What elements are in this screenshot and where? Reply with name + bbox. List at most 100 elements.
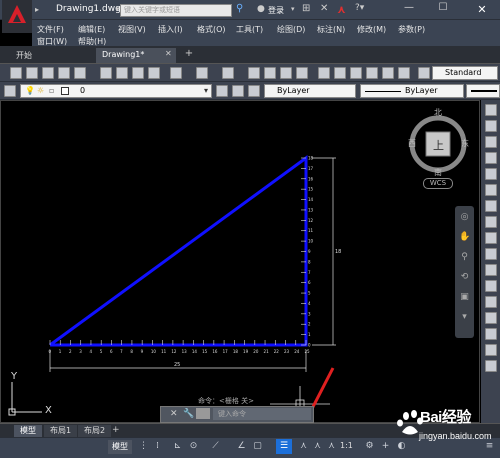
autoscale-icon[interactable]: ⋏ bbox=[312, 441, 323, 452]
exchange-apps-icon[interactable]: ✕ bbox=[320, 3, 328, 14]
zoom-icon[interactable]: ⚲ bbox=[459, 252, 470, 263]
pan-hand-icon[interactable]: ✋ bbox=[459, 232, 470, 243]
annotation-scale-icon[interactable]: ⋏ bbox=[326, 441, 337, 452]
paste-icon[interactable] bbox=[132, 67, 144, 79]
copy-icon[interactable] bbox=[116, 67, 128, 79]
menu-parametric[interactable]: 参数(P) bbox=[398, 24, 425, 35]
copy-object-icon[interactable] bbox=[485, 136, 497, 148]
viewcube-west[interactable]: 西 bbox=[408, 138, 416, 149]
trim-icon[interactable] bbox=[485, 264, 497, 276]
workspace-gear-icon[interactable]: ⚙ bbox=[364, 441, 375, 452]
offset-icon[interactable] bbox=[485, 168, 497, 180]
new-tab-plus-icon[interactable]: + bbox=[182, 48, 196, 61]
menu-dimension[interactable]: 标注(N) bbox=[317, 24, 345, 35]
minimize-button[interactable]: — bbox=[396, 2, 422, 18]
linetype-select[interactable]: ByLayer bbox=[360, 84, 464, 98]
search-input[interactable]: 键入关键字或短语 bbox=[120, 4, 232, 17]
explode-icon[interactable] bbox=[485, 360, 497, 372]
zoom-realtime-icon[interactable] bbox=[264, 67, 276, 79]
quickcalc-icon[interactable] bbox=[398, 67, 410, 79]
layer-previous-icon[interactable] bbox=[232, 85, 244, 97]
a360-icon[interactable]: ⋏ bbox=[337, 3, 346, 16]
quick-access-arrow-icon[interactable]: ▸ bbox=[35, 5, 39, 14]
color-control-icon[interactable] bbox=[248, 85, 260, 97]
tab-layout2[interactable]: 布局2 bbox=[78, 425, 112, 437]
join-icon[interactable] bbox=[485, 312, 497, 324]
modify-line-icon[interactable] bbox=[485, 104, 497, 116]
menu-tools[interactable]: 工具(T) bbox=[236, 24, 263, 35]
layer-properties-icon[interactable] bbox=[4, 85, 16, 97]
osnap-tracking-icon[interactable]: ∠ bbox=[236, 441, 247, 452]
menu-edit[interactable]: 编辑(E) bbox=[78, 24, 105, 35]
object-snap-icon[interactable]: ▢ bbox=[252, 441, 263, 452]
rotate-icon[interactable] bbox=[485, 216, 497, 228]
login-dropdown-icon[interactable]: ▾ bbox=[291, 5, 295, 13]
array-icon[interactable] bbox=[485, 184, 497, 196]
user-icon[interactable]: ● bbox=[257, 4, 265, 14]
viewcube-east[interactable]: 东 bbox=[461, 138, 469, 149]
title-dropdown-icon[interactable]: ▾ bbox=[116, 5, 120, 13]
menu-format[interactable]: 格式(O) bbox=[197, 24, 226, 35]
annotation-visibility-icon[interactable]: ⋏ bbox=[298, 441, 309, 452]
design-center-icon[interactable] bbox=[334, 67, 346, 79]
tab-close-icon[interactable]: ✕ bbox=[165, 49, 172, 58]
grid-icon[interactable]: ⋮ bbox=[138, 441, 149, 452]
break-icon[interactable] bbox=[485, 296, 497, 308]
help-icon[interactable]: ?▾ bbox=[355, 3, 364, 13]
pan-icon[interactable] bbox=[248, 67, 260, 79]
zoom-previous-icon[interactable] bbox=[296, 67, 308, 79]
extend-icon[interactable] bbox=[485, 280, 497, 292]
menu-modify[interactable]: 修改(M) bbox=[357, 24, 386, 35]
chamfer-icon[interactable] bbox=[485, 328, 497, 340]
close-button[interactable]: ✕ bbox=[464, 0, 500, 20]
model-space-button[interactable]: 模型 bbox=[108, 440, 132, 454]
autocad-application-menu-icon[interactable] bbox=[2, 0, 32, 33]
add-layout-icon[interactable]: + bbox=[112, 425, 120, 435]
layer-select[interactable]: 💡 ☼ ▫ ▾ bbox=[20, 84, 212, 98]
steeringwheel-icon[interactable]: ◎ bbox=[459, 212, 470, 223]
menu-file[interactable]: 文件(F) bbox=[37, 24, 64, 35]
open-file-icon[interactable] bbox=[26, 67, 38, 79]
color-select[interactable]: ByLayer bbox=[264, 84, 356, 98]
markup-icon[interactable] bbox=[382, 67, 394, 79]
tool-palettes-icon[interactable] bbox=[350, 67, 362, 79]
plot-preview-icon[interactable] bbox=[74, 67, 86, 79]
tab-model[interactable]: 模型 bbox=[14, 425, 42, 437]
menu-view[interactable]: 视图(V) bbox=[118, 24, 146, 35]
viewcube-north[interactable]: 北 bbox=[434, 107, 442, 118]
make-current-layer-icon[interactable] bbox=[216, 85, 228, 97]
match-properties-icon[interactable] bbox=[148, 67, 160, 79]
stretch-icon[interactable] bbox=[485, 248, 497, 260]
erase-icon[interactable] bbox=[485, 120, 497, 132]
showmotion-icon[interactable]: ▣ bbox=[459, 292, 470, 303]
properties-icon[interactable] bbox=[318, 67, 330, 79]
tab-drawing1[interactable]: Drawing1* bbox=[96, 48, 176, 63]
polar-icon[interactable]: ⊙ bbox=[188, 441, 199, 452]
lineweight-toggle-button[interactable]: ☰ bbox=[276, 439, 292, 454]
move-icon[interactable] bbox=[485, 200, 497, 212]
command-input[interactable]: 键入命令 bbox=[213, 408, 311, 420]
menu-draw[interactable]: 绘图(D) bbox=[277, 24, 305, 35]
maximize-button[interactable]: ☐ bbox=[430, 2, 456, 18]
wcs-menu[interactable]: WCS bbox=[423, 178, 453, 189]
search-binoculars-icon[interactable]: ⚲ bbox=[236, 3, 248, 17]
isodraft-icon[interactable]: ⟋ bbox=[210, 441, 221, 452]
redo-icon[interactable] bbox=[222, 67, 234, 79]
command-prompt-icon[interactable] bbox=[196, 408, 210, 419]
snap-icon[interactable]: ⁞ bbox=[152, 441, 163, 452]
infer-constraints-icon[interactable]: ⊾ bbox=[172, 441, 183, 452]
zoom-window-icon[interactable] bbox=[280, 67, 292, 79]
save-icon[interactable] bbox=[42, 67, 54, 79]
lineweight-select[interactable] bbox=[466, 84, 500, 98]
viewcube-south[interactable]: 南 bbox=[434, 167, 442, 178]
undo-icon[interactable] bbox=[196, 67, 208, 79]
orbit-icon[interactable]: ⟲ bbox=[459, 272, 470, 283]
scale-icon[interactable] bbox=[485, 232, 497, 244]
print-icon[interactable] bbox=[58, 67, 70, 79]
text-style-select[interactable]: Standard bbox=[432, 66, 498, 80]
tab-layout1[interactable]: 布局1 bbox=[44, 425, 78, 437]
triangle-outline[interactable] bbox=[49, 155, 308, 347]
cart-icon[interactable]: ⊞ bbox=[302, 3, 310, 14]
login-link[interactable]: 登录 bbox=[268, 5, 284, 16]
command-customize-icon[interactable]: 🔧 bbox=[183, 409, 194, 419]
